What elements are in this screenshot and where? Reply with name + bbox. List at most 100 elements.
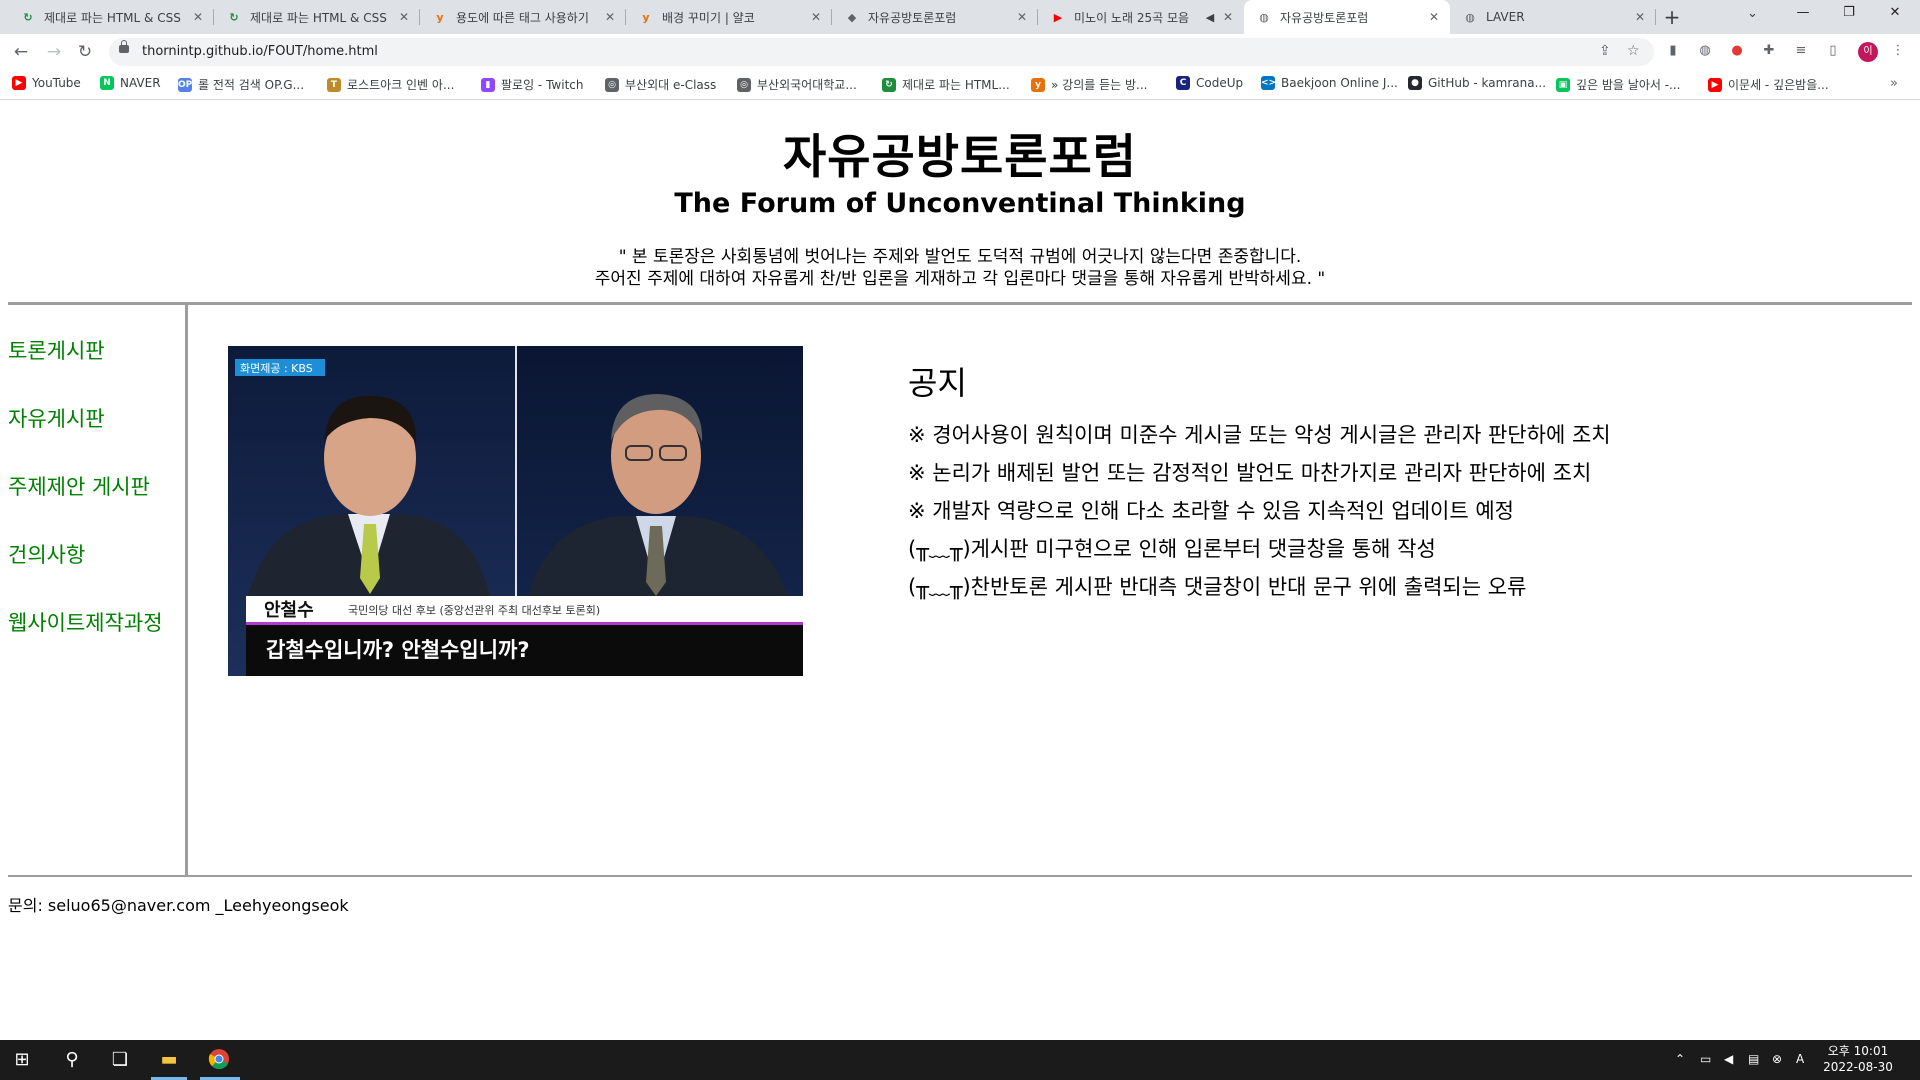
yalco-icon: y — [436, 10, 444, 24]
bookmark-item[interactable]: ▣ 깊은 밤을 날아서 -... — [1556, 76, 1681, 93]
browser-tab[interactable]: ▶ 미노이 노래 25곡 모음 ◀ ✕ — [1038, 0, 1244, 34]
refresh-icon: ↻ — [23, 10, 33, 24]
close-icon[interactable]: ✕ — [1014, 10, 1030, 24]
notification-icon[interactable]: ▤ — [1748, 1052, 1759, 1066]
browser-tab[interactable]: ◆ 자유공방토론포럼 ✕ — [832, 0, 1038, 34]
tab-title: 미노이 노래 25곡 모음 — [1074, 10, 1190, 25]
image-caption-name: 안철수 — [264, 600, 314, 621]
network-icon[interactable]: ▭ — [1700, 1052, 1711, 1066]
extension-icon[interactable]: ▮ — [1665, 43, 1681, 59]
tab-title: 용도에 따른 태그 사용하기 — [456, 10, 589, 25]
nav-link-suggestions[interactable]: 건의사항 — [8, 539, 85, 569]
close-icon[interactable]: ✕ — [396, 10, 412, 24]
bookmark-item[interactable]: ● GitHub - kamrana... — [1408, 76, 1546, 90]
globe-icon: ◍ — [1259, 10, 1269, 24]
forum-motto: " 본 토론장은 사회통념에 벗어나는 주제와 발언도 도덕적 규범에 어긋나지… — [0, 246, 1920, 290]
bookmarks-overflow-icon[interactable]: » — [1890, 76, 1898, 91]
avatar[interactable]: 이 — [1858, 42, 1878, 62]
globe-icon: ◎ — [605, 77, 619, 92]
puzzle-icon[interactable]: ✚ — [1761, 43, 1777, 59]
bookmark-item[interactable]: ↻ 제대로 파는 HTML... — [882, 76, 1010, 93]
search-icon[interactable]: ⚲ — [60, 1048, 84, 1072]
naver-icon: N — [100, 76, 114, 90]
bookmark-item[interactable]: ▶ YouTube — [12, 76, 81, 90]
notice-item: ※ 논리가 배제된 발언 또는 감정적인 발언도 마찬가지로 관리자 판단하에 … — [908, 461, 1592, 485]
close-circle-icon[interactable]: ⊗ — [1772, 1052, 1782, 1066]
reload-icon[interactable]: ↻ — [74, 41, 96, 63]
close-icon[interactable]: ✕ — [808, 10, 824, 24]
new-tab-button[interactable]: + — [1660, 5, 1684, 29]
side-panel-icon[interactable]: ▯ — [1825, 43, 1841, 59]
nav-link-topic-proposal[interactable]: 주제제안 게시판 — [8, 471, 150, 501]
bookmark-item[interactable]: OP 롤 전적 검색 OP.G... — [178, 76, 304, 93]
bookmark-star-icon[interactable]: ☆ — [1627, 43, 1640, 59]
bookmark-item[interactable]: T 로스트아크 인벤 아... — [327, 76, 454, 93]
code-icon: <> — [1261, 76, 1277, 90]
file-explorer-icon[interactable]: ▬ — [157, 1048, 181, 1072]
clock-time: 오후 10:01 — [1827, 1044, 1889, 1058]
window-close-icon[interactable]: ✕ — [1872, 5, 1918, 20]
chrome-icon[interactable] — [207, 1048, 231, 1072]
back-icon[interactable]: ← — [10, 41, 32, 63]
media-icon[interactable]: ≡ — [1793, 43, 1809, 59]
bookmark-label: 부산외국어대학교... — [757, 78, 857, 92]
close-icon[interactable]: ✕ — [1220, 10, 1236, 24]
notice-item: (╥﹏╥)게시판 미구현으로 인해 입론부터 댓글창을 통해 작성 — [908, 537, 1436, 561]
browser-tab[interactable]: ↻ 제대로 파는 HTML & CSS ✕ — [8, 0, 214, 34]
bookmark-label: 부산외대 e-Class — [625, 78, 717, 92]
bookmark-item[interactable]: ◎ 부산외국어대학교... — [737, 76, 857, 93]
bookmark-item[interactable]: y » 강의를 듣는 방... — [1031, 76, 1147, 93]
yalco-icon: y — [642, 10, 650, 24]
debate-photo: 화면제공 : KBS 안철수 국민의당 대선 후보 (중앙선관위 주최 대선후보… — [228, 346, 803, 676]
nav-link-debate-board[interactable]: 토론게시판 — [8, 335, 105, 365]
browser-tab[interactable]: y 배경 꾸미기 | 얄코 ✕ — [626, 0, 832, 34]
close-icon[interactable]: ✕ — [1426, 10, 1442, 24]
divider — [8, 302, 1912, 305]
close-icon[interactable]: ✕ — [602, 10, 618, 24]
translate-icon[interactable]: ◍ — [1697, 43, 1713, 59]
bookmark-item[interactable]: C CodeUp — [1176, 76, 1243, 90]
bookmark-label: 깊은 밤을 날아서 -... — [1576, 78, 1681, 92]
minimize-icon[interactable]: — — [1780, 5, 1826, 20]
github-icon: ● — [1408, 76, 1422, 90]
clock-date: 2022-08-30 — [1823, 1060, 1893, 1074]
browser-tab[interactable]: ↻ 제대로 파는 HTML & CSS ✕ — [214, 0, 420, 34]
url-text: thornintp.github.io/FOUT/home.html — [142, 44, 378, 59]
forward-icon[interactable]: → — [43, 41, 65, 63]
tray-overflow-icon[interactable]: ⌃ — [1675, 1052, 1685, 1066]
ime-indicator[interactable]: A — [1796, 1052, 1804, 1066]
bookmark-item[interactable]: <> Baekjoon Online J... — [1261, 76, 1398, 90]
menu-icon[interactable]: ⋮ — [1890, 43, 1906, 59]
bookmark-item[interactable]: ▮ 팔로잉 - Twitch — [481, 76, 583, 93]
address-bar[interactable]: thornintp.github.io/FOUT/home.html ⇪ ☆ — [109, 38, 1654, 66]
contact-footer: 문의: seluo65@naver.com _Leehyeongseok — [8, 896, 349, 915]
windows-start-icon[interactable]: ⊞ — [10, 1048, 34, 1072]
close-icon[interactable]: ✕ — [190, 10, 206, 24]
volume-icon[interactable]: ◀ — [1724, 1052, 1733, 1066]
bookmark-item[interactable]: N NAVER — [100, 76, 161, 90]
system-clock[interactable]: 오후 10:01 2022-08-30 — [1818, 1043, 1898, 1075]
bookmark-label: 이문세 - 깊은밤을... — [1728, 78, 1829, 92]
nav-link-site-making[interactable]: 웹사이트제작과정 — [8, 607, 163, 637]
browser-tab[interactable]: y 용도에 따른 태그 사용하기 ✕ — [420, 0, 626, 34]
refresh-icon: ↻ — [882, 77, 896, 92]
tab-search-icon[interactable]: ⌄ — [1747, 6, 1758, 21]
bookmark-label: 제대로 파는 HTML... — [902, 78, 1010, 92]
task-view-icon[interactable]: ❏ — [108, 1048, 132, 1072]
close-icon[interactable]: ✕ — [1632, 10, 1648, 24]
bookmark-item[interactable]: ▶ 이문세 - 깊은밤을... — [1708, 76, 1829, 93]
page-subtitle: The Forum of Unconventinal Thinking — [674, 188, 1246, 219]
tab-title: 제대로 파는 HTML & CSS — [44, 10, 181, 25]
bookmark-item[interactable]: ◎ 부산외대 e-Class — [605, 76, 716, 93]
speaker-icon[interactable]: ◀ — [1202, 9, 1218, 25]
browser-tab-active[interactable]: ◍ 자유공방토론포럼 ✕ — [1244, 0, 1450, 34]
restore-icon[interactable]: ❐ — [1826, 5, 1872, 20]
taskbar: ⊞ ⚲ ❏ ▬ ⌃ ▭ ◀ ▤ ⊗ A 오후 10:01 2022-08-30 — [0, 1040, 1920, 1080]
notice-section: 공지 ※ 경어사용이 원칙이며 미준수 게시글 또는 악성 게시글은 관리자 판… — [908, 358, 1611, 606]
browser-tab[interactable]: ◍ LAVER ✕ — [1450, 0, 1656, 34]
share-icon[interactable]: ⇪ — [1599, 43, 1611, 59]
inven-icon: T — [327, 77, 341, 92]
image-badge: 화면제공 : KBS — [240, 362, 313, 375]
record-icon[interactable]: ● — [1729, 43, 1745, 59]
nav-link-free-board[interactable]: 자유게시판 — [8, 403, 105, 433]
